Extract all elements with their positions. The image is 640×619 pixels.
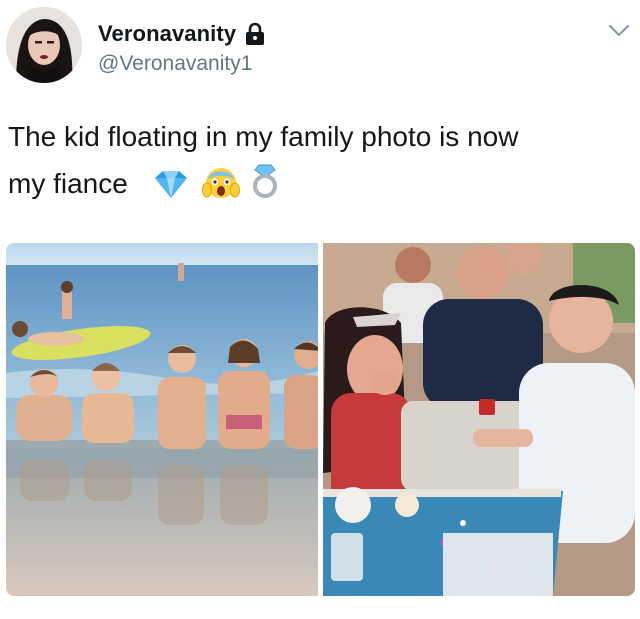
tweet-text: The kid floating in my family photo is n… [8, 113, 628, 213]
lock-icon [244, 22, 266, 46]
tweet-media [6, 243, 635, 596]
ring-emoji [251, 163, 279, 213]
gem-emoji [151, 166, 191, 213]
screaming-face-emoji [202, 165, 241, 213]
display-name[interactable]: Veronavanity [98, 21, 236, 47]
tweet-text-line-2-text: my fiance [8, 168, 128, 199]
author-name-row: Veronavanity [98, 19, 266, 49]
tweet-text-line-1: The kid floating in my family photo is n… [8, 121, 519, 152]
family-beach-photo[interactable] [6, 243, 318, 596]
user-handle[interactable]: @Veronavanity1 [98, 52, 252, 76]
chevron-down-icon[interactable] [608, 23, 630, 39]
tweet-card: Veronavanity @Veronavanity1 The kid floa… [0, 0, 640, 619]
proposal-photo[interactable] [323, 243, 635, 596]
avatar[interactable] [6, 7, 82, 83]
tweet-text-line-2: my fiance [8, 160, 628, 213]
